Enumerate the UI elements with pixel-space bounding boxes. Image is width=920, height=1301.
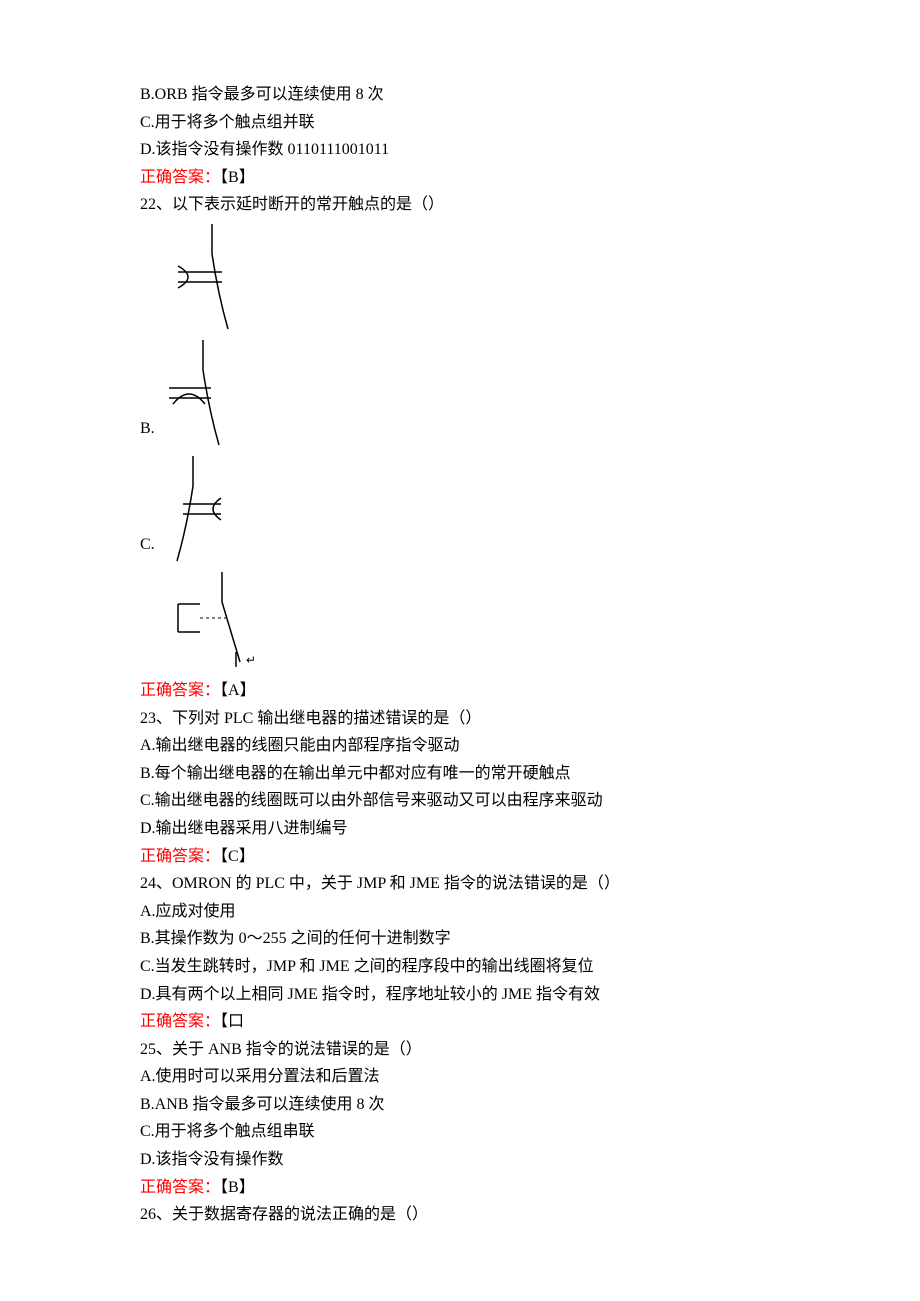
q25-option-a: A.使用时可以采用分置法和后置法 xyxy=(140,1064,780,1090)
q21-option-b: B.ORB 指令最多可以连续使用 8 次 xyxy=(140,82,780,108)
answer-label: 正确答案： xyxy=(140,1013,220,1030)
q24-option-c: C.当发生跳转时，JMP 和 JME 之间的程序段中的输出线圈将复位 xyxy=(140,954,780,980)
q24-stem: 24、OMRON 的 PLC 中，关于 JMP 和 JME 指令的说法错误的是（… xyxy=(140,871,780,897)
q23-stem: 23、下列对 PLC 输出继电器的描述错误的是（） xyxy=(140,706,780,732)
q24-answer: 正确答案：【口 xyxy=(140,1009,780,1035)
q24-option-d: D.具有两个以上相同 JME 指令时，程序地址较小的 JME 指令有效 xyxy=(140,982,780,1008)
q25-stem: 25、关于 ANB 指令的说法错误的是（） xyxy=(140,1037,780,1063)
answer-label: 正确答案： xyxy=(140,682,220,699)
answer-label: 正确答案： xyxy=(140,848,220,865)
q25-answer: 正确答案：【B】 xyxy=(140,1175,780,1201)
q21-answer: 正确答案：【B】 xyxy=(140,165,780,191)
q23-answer: 正确答案：【C】 xyxy=(140,844,780,870)
q22-option-c-label: C. xyxy=(140,532,155,566)
answer-value: 【C】 xyxy=(220,848,255,865)
contact-arc-bottom-icon xyxy=(161,340,231,450)
q22-stem: 22、以下表示延时断开的常开触点的是（） xyxy=(140,192,780,218)
contact-arc-left-icon xyxy=(170,224,240,334)
answer-label: 正确答案： xyxy=(140,1179,220,1196)
answer-value: 【B】 xyxy=(220,169,255,186)
answer-value: 【口 xyxy=(220,1013,244,1030)
q22-option-c: C. xyxy=(140,456,780,566)
q23-option-b: B.每个输出继电器的在输出单元中都对应有唯一的常开硬触点 xyxy=(140,761,780,787)
answer-value: 【A】 xyxy=(220,682,256,699)
contact-arc-right-icon xyxy=(161,456,231,566)
answer-label: 正确答案： xyxy=(140,169,220,186)
answer-value: 【B】 xyxy=(220,1179,255,1196)
q21-option-d: D.该指令没有操作数 0110111001011 xyxy=(140,137,780,163)
q22-option-b: B. xyxy=(140,340,780,450)
q25-option-b: B.ANB 指令最多可以连续使用 8 次 xyxy=(140,1092,780,1118)
q22-option-c-symbol xyxy=(161,456,231,566)
q22-option-d-symbol: ↵ xyxy=(170,572,780,672)
q22-option-b-symbol xyxy=(161,340,231,450)
contact-switch-icon: ↵ xyxy=(170,572,270,672)
q24-option-a: A.应成对使用 xyxy=(140,899,780,925)
svg-text:↵: ↵ xyxy=(246,653,256,667)
q21-option-c: C.用于将多个触点组并联 xyxy=(140,110,780,136)
q25-option-c: C.用于将多个触点组串联 xyxy=(140,1119,780,1145)
q25-option-d: D.该指令没有操作数 xyxy=(140,1147,780,1173)
q22-option-b-label: B. xyxy=(140,416,155,450)
q23-option-a: A.输出继电器的线圈只能由内部程序指令驱动 xyxy=(140,733,780,759)
q23-option-d: D.输出继电器采用八进制编号 xyxy=(140,816,780,842)
q26-stem: 26、关于数据寄存器的说法正确的是（） xyxy=(140,1202,780,1228)
q22-answer: 正确答案：【A】 xyxy=(140,678,780,704)
q24-option-b: B.其操作数为 0～255 之间的任何十进制数字 xyxy=(140,926,780,952)
q22-option-a-symbol xyxy=(170,224,780,334)
q23-option-c: C.输出继电器的线圈既可以由外部信号来驱动又可以由程序来驱动 xyxy=(140,788,780,814)
